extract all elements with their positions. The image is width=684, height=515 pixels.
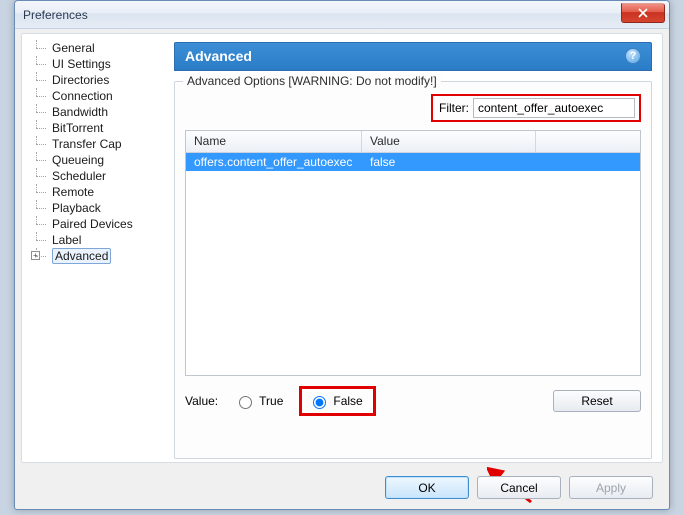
- filter-input[interactable]: [473, 98, 635, 118]
- radio-false-input[interactable]: [313, 396, 326, 409]
- apply-button[interactable]: Apply: [569, 476, 653, 499]
- tree-item-bandwidth[interactable]: Bandwidth: [26, 104, 164, 120]
- expand-icon[interactable]: +: [31, 251, 40, 260]
- cancel-button[interactable]: Cancel: [477, 476, 561, 499]
- column-value[interactable]: Value: [362, 131, 536, 152]
- radio-false-label: False: [333, 394, 362, 408]
- tree-item-directories[interactable]: Directories: [26, 72, 164, 88]
- column-name[interactable]: Name: [186, 131, 362, 152]
- filter-row: Filter:: [185, 94, 641, 122]
- radio-false[interactable]: False: [299, 386, 375, 416]
- titlebar[interactable]: Preferences: [15, 1, 669, 29]
- value-label: Value:: [185, 394, 218, 408]
- close-icon: [638, 8, 648, 18]
- row-value: false: [362, 155, 536, 169]
- group-legend: Advanced Options [WARNING: Do not modify…: [183, 74, 441, 88]
- reset-button[interactable]: Reset: [553, 390, 641, 412]
- table-row[interactable]: offers.content_offer_autoexec false: [186, 153, 640, 171]
- section-title: Advanced: [185, 48, 252, 64]
- column-spare: [536, 131, 640, 152]
- content-pane: Advanced ? Advanced Options [WARNING: Do…: [168, 34, 662, 462]
- tree-item-queueing[interactable]: Queueing: [26, 152, 164, 168]
- tree-item-scheduler[interactable]: Scheduler: [26, 168, 164, 184]
- tree-item-ui-settings[interactable]: UI Settings: [26, 56, 164, 72]
- ok-button[interactable]: OK: [385, 476, 469, 499]
- tree-item-paired-devices[interactable]: Paired Devices: [26, 216, 164, 232]
- radio-true-input[interactable]: [239, 396, 252, 409]
- filter-label: Filter:: [439, 101, 469, 115]
- section-header: Advanced ?: [174, 42, 652, 71]
- table-header: Name Value: [186, 131, 640, 153]
- radio-true[interactable]: True: [234, 393, 283, 409]
- window-title: Preferences: [23, 8, 88, 22]
- tree-item-connection[interactable]: Connection: [26, 88, 164, 104]
- help-icon[interactable]: ?: [625, 48, 641, 64]
- tree-item-general[interactable]: General: [26, 40, 164, 56]
- tree-item-label[interactable]: Label: [26, 232, 164, 248]
- dialog-buttons: OK Cancel Apply: [385, 476, 653, 499]
- preferences-window: Preferences General UI Settings Director…: [14, 0, 670, 510]
- category-tree[interactable]: General UI Settings Directories Connecti…: [22, 34, 168, 462]
- radio-true-label: True: [259, 394, 283, 408]
- tree-item-advanced[interactable]: +Advanced: [26, 248, 164, 264]
- value-row: Value: True False Reset: [185, 386, 641, 416]
- advanced-options-group: Advanced Options [WARNING: Do not modify…: [174, 81, 652, 459]
- tree-item-remote[interactable]: Remote: [26, 184, 164, 200]
- body-area: General UI Settings Directories Connecti…: [21, 33, 663, 463]
- filter-highlight: Filter:: [431, 94, 641, 122]
- options-table[interactable]: Name Value offers.content_offer_autoexec…: [185, 130, 641, 376]
- tree-item-transfer-cap[interactable]: Transfer Cap: [26, 136, 164, 152]
- tree-item-bittorrent[interactable]: BitTorrent: [26, 120, 164, 136]
- close-button[interactable]: [621, 3, 665, 23]
- row-name: offers.content_offer_autoexec: [186, 155, 362, 169]
- tree-item-playback[interactable]: Playback: [26, 200, 164, 216]
